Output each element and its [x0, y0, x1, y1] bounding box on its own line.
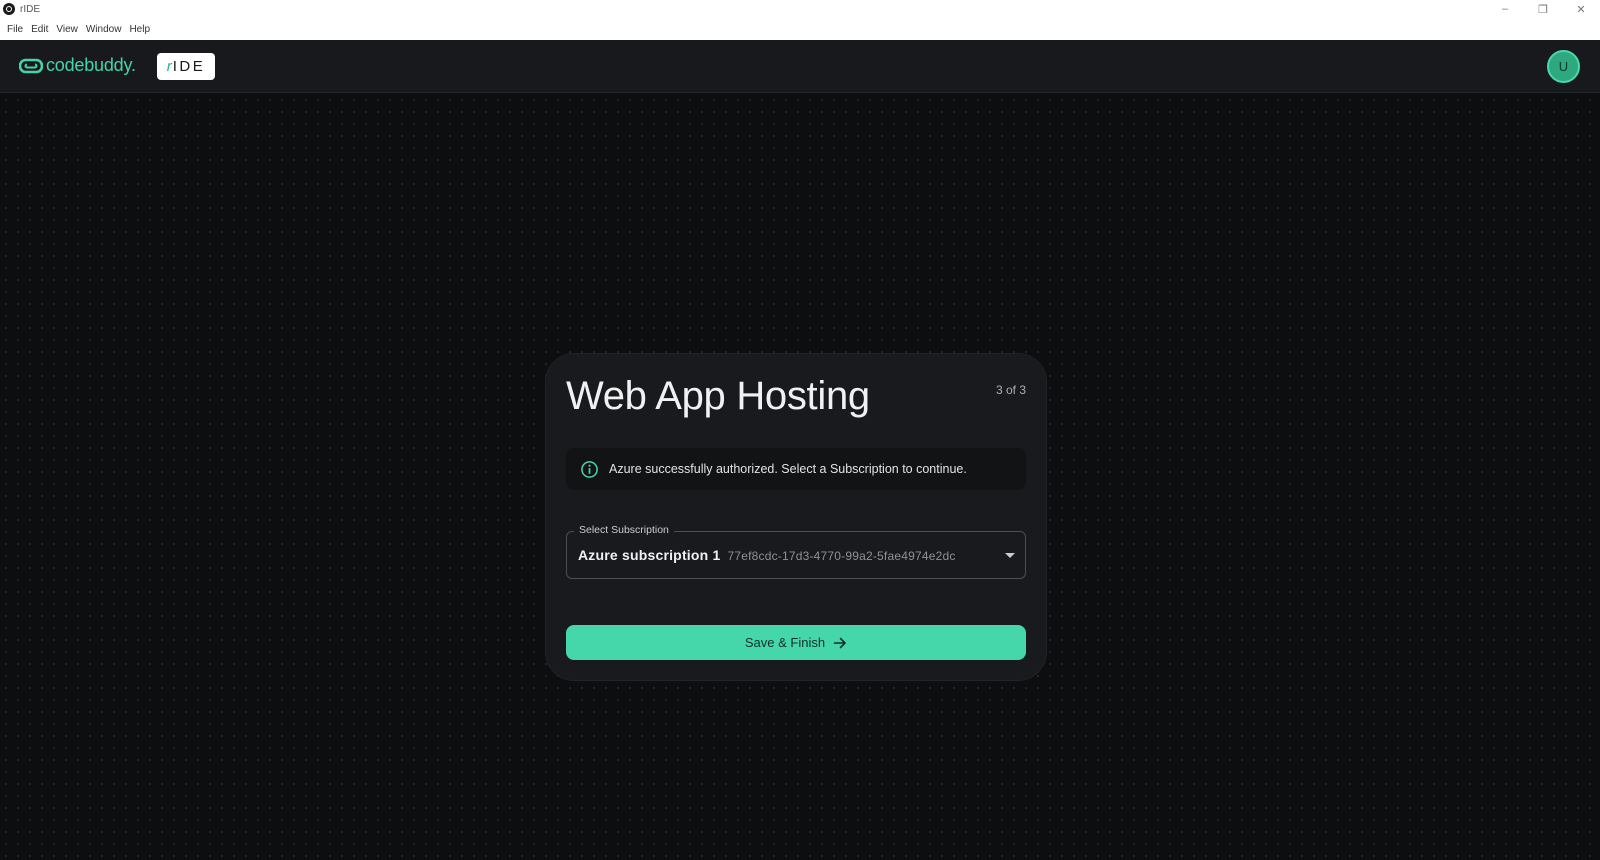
user-avatar[interactable]: U: [1547, 50, 1580, 83]
hosting-wizard-card: Web App Hosting 3 of 3 Azure successfull…: [546, 354, 1046, 680]
app-icon: [3, 3, 15, 15]
menu-help[interactable]: Help: [125, 24, 154, 35]
logo-text: codebuddy.: [46, 55, 136, 75]
window-titlebar: rIDE – ❐ ✕: [0, 0, 1600, 18]
minimize-button[interactable]: –: [1486, 0, 1524, 18]
subscription-name: Azure subscription 1: [578, 547, 721, 563]
ride-badge-text: IDE: [172, 58, 206, 75]
chevron-down-icon[interactable]: [1005, 553, 1015, 558]
app-header: codebuddy. r IDE U: [0, 40, 1600, 93]
menu-bar: File Edit View Window Help: [0, 18, 1600, 40]
subscription-select[interactable]: Select Subscription Azure subscription 1…: [566, 524, 1026, 579]
menu-file[interactable]: File: [3, 24, 27, 35]
codebuddy-logo[interactable]: codebuddy.: [19, 55, 136, 76]
save-and-finish-button[interactable]: Save & Finish: [566, 625, 1026, 660]
menu-window[interactable]: Window: [82, 24, 126, 35]
info-icon: [581, 460, 598, 478]
codebuddy-logo-icon: [19, 58, 43, 73]
menu-edit[interactable]: Edit: [27, 24, 52, 35]
arrow-right-icon: [833, 637, 846, 648]
window-controls: – ❐ ✕: [1486, 0, 1600, 18]
subscription-select-label: Select Subscription: [574, 524, 674, 536]
restore-button[interactable]: ❐: [1524, 0, 1562, 18]
subscription-id: 77ef8cdc-17d3-4770-99a2-5fae4974e2dc: [727, 549, 956, 563]
subscription-select-value: Azure subscription 1 77ef8cdc-17d3-4770-…: [578, 547, 956, 563]
save-and-finish-label: Save & Finish: [744, 635, 826, 650]
alert-text: Azure successfully authorized. Select a …: [609, 462, 967, 476]
step-indicator: 3 of 3: [995, 383, 1026, 397]
menu-view[interactable]: View: [52, 24, 82, 35]
window-title: rIDE: [20, 3, 40, 15]
close-button[interactable]: ✕: [1562, 0, 1600, 18]
ride-badge: r IDE: [157, 53, 215, 80]
success-alert: Azure successfully authorized. Select a …: [566, 448, 1026, 490]
ride-badge-r: r: [166, 58, 172, 75]
page-title: Web App Hosting: [566, 374, 870, 418]
